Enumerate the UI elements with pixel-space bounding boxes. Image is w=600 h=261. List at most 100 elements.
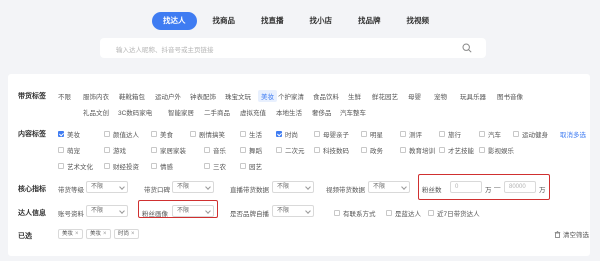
content-tag-checkbox[interactable]: 财经投资: [104, 161, 139, 171]
goods-tag[interactable]: 图书音像: [497, 91, 523, 101]
checkbox-icon[interactable]: [439, 131, 445, 137]
content-tag-checkbox[interactable]: 母婴亲子: [314, 129, 349, 139]
content-tag-checkbox[interactable]: 测评: [400, 129, 422, 139]
checkbox-icon[interactable]: [58, 163, 64, 169]
checkbox-icon[interactable]: [314, 147, 320, 153]
goods-tag[interactable]: 母婴: [408, 91, 421, 101]
checkbox-icon[interactable]: [151, 131, 157, 137]
content-tag-checkbox[interactable]: 时尚: [276, 129, 298, 139]
search-input[interactable]: 输入达人昵称、抖音号或主页链接: [116, 44, 214, 54]
content-tag-checkbox[interactable]: 运动健身: [513, 129, 548, 139]
content-tag-checkbox[interactable]: 舞蹈: [240, 145, 262, 155]
goods-tag[interactable]: 虚拟充值: [240, 107, 266, 117]
content-tag-checkbox[interactable]: 科技数码: [314, 145, 349, 155]
checkbox-icon[interactable]: [151, 147, 157, 153]
checkbox-icon[interactable]: [479, 131, 485, 137]
goods-tag[interactable]: 宠物: [434, 91, 447, 101]
tab-find-live[interactable]: 找直播: [251, 12, 294, 30]
content-tag-checkbox[interactable]: 美食: [151, 129, 173, 139]
content-tag-checkbox[interactable]: 旅行: [439, 129, 461, 139]
checkbox-icon[interactable]: [513, 131, 519, 137]
content-tag-checkbox[interactable]: 教育培训: [400, 145, 435, 155]
account-info-select[interactable]: 不限: [86, 205, 128, 217]
goods-tag[interactable]: 智能家居: [168, 107, 194, 117]
goods-tag[interactable]: 二手商品: [204, 107, 230, 117]
checkbox-icon[interactable]: [204, 147, 210, 153]
content-tag-checkbox[interactable]: 三农: [204, 161, 226, 171]
close-icon[interactable]: ×: [75, 230, 79, 238]
content-tag-checkbox[interactable]: 才艺技能: [439, 145, 474, 155]
checkbox-icon[interactable]: [104, 131, 110, 137]
fans-min-input[interactable]: 0: [450, 181, 482, 193]
checkbox-icon[interactable]: [479, 147, 485, 153]
search-bar[interactable]: 输入达人昵称、抖音号或主页链接: [100, 38, 486, 58]
blue-v-checkbox[interactable]: 是蓝达人: [386, 208, 421, 218]
content-tag-checkbox[interactable]: 萌宠: [58, 145, 80, 155]
checkbox-icon[interactable]: [276, 147, 282, 153]
checkbox-icon[interactable]: [400, 147, 406, 153]
has-contact-checkbox[interactable]: 有联系方式: [334, 208, 376, 218]
tab-find-talent[interactable]: 找达人: [152, 12, 197, 30]
checkbox-icon[interactable]: [361, 131, 367, 137]
fans-max-input[interactable]: 80000: [504, 181, 536, 193]
goods-tag[interactable]: 个护家清: [278, 91, 304, 101]
checkbox-icon[interactable]: [276, 131, 282, 137]
checkbox-icon[interactable]: [386, 210, 392, 216]
goods-tag[interactable]: 汽车整车: [340, 107, 366, 117]
checkbox-icon[interactable]: [151, 163, 157, 169]
goods-tag[interactable]: 礼品文创: [83, 107, 109, 117]
content-tag-checkbox[interactable]: 二次元: [276, 145, 305, 155]
content-tag-checkbox[interactable]: 园艺: [240, 161, 262, 171]
content-tag-checkbox[interactable]: 明星: [361, 129, 383, 139]
goods-tag[interactable]: 本地生活: [276, 107, 302, 117]
goods-tag[interactable]: 钟表配饰: [190, 91, 216, 101]
checkbox-icon[interactable]: [58, 131, 64, 137]
goods-tag[interactable]: 玩具乐器: [460, 91, 486, 101]
goods-level-select[interactable]: 不限: [86, 181, 128, 193]
checkbox-icon[interactable]: [240, 131, 246, 137]
search-icon[interactable]: [462, 43, 472, 53]
cancel-multiselect-link[interactable]: 取消多选: [560, 129, 586, 139]
checkbox-icon[interactable]: [104, 163, 110, 169]
checkbox-icon[interactable]: [240, 163, 246, 169]
content-tag-checkbox[interactable]: 音乐: [204, 145, 226, 155]
content-tag-checkbox[interactable]: 游戏: [104, 145, 126, 155]
video-data-select[interactable]: 不限: [368, 181, 410, 193]
clear-filters-button[interactable]: 清空筛选: [554, 229, 589, 239]
goods-tag[interactable]: 珠宝文玩: [225, 91, 251, 101]
goods-tag[interactable]: 奢侈品: [312, 107, 332, 117]
content-tag-checkbox[interactable]: 情感: [151, 161, 173, 171]
checkbox-icon[interactable]: [240, 147, 246, 153]
tab-find-product[interactable]: 找商品: [203, 12, 246, 30]
goods-reputation-select[interactable]: 不限: [172, 181, 214, 193]
live-data-select[interactable]: 不限: [272, 181, 314, 193]
close-icon[interactable]: ×: [103, 230, 107, 238]
content-tag-checkbox[interactable]: 汽车: [479, 129, 501, 139]
content-tag-checkbox[interactable]: 美妆: [58, 129, 80, 139]
tab-find-video[interactable]: 找视频: [397, 12, 440, 30]
checkbox-icon[interactable]: [190, 131, 196, 137]
goods-tag[interactable]: 服饰内衣: [83, 91, 109, 101]
goods-tag-active[interactable]: 美妆: [258, 90, 277, 102]
checkbox-icon[interactable]: [104, 147, 110, 153]
close-icon[interactable]: ×: [131, 230, 135, 238]
checkbox-icon[interactable]: [361, 147, 367, 153]
content-tag-checkbox[interactable]: 家居家装: [151, 145, 186, 155]
goods-tag[interactable]: 不限: [58, 91, 71, 101]
goods-tag[interactable]: 鲜花园艺: [372, 91, 398, 101]
goods-tag[interactable]: 食品饮料: [313, 91, 339, 101]
fan-profile-select[interactable]: 不限: [172, 205, 214, 217]
selected-tag[interactable]: 美妆 ×: [86, 229, 111, 239]
content-tag-checkbox[interactable]: 政务: [361, 145, 383, 155]
content-tag-checkbox[interactable]: 艺术文化: [58, 161, 93, 171]
goods-tag[interactable]: 运动户外: [155, 91, 181, 101]
checkbox-icon[interactable]: [400, 131, 406, 137]
content-tag-checkbox[interactable]: 生活: [240, 129, 262, 139]
selected-tag[interactable]: 时尚 ×: [114, 229, 139, 239]
tab-find-brand[interactable]: 找品牌: [348, 12, 391, 30]
checkbox-icon[interactable]: [58, 147, 64, 153]
recent-7d-checkbox[interactable]: 近7日带货达人: [428, 208, 480, 218]
checkbox-icon[interactable]: [204, 163, 210, 169]
content-tag-checkbox[interactable]: 影视娱乐: [479, 145, 514, 155]
goods-tag[interactable]: 鞋靴箱包: [119, 91, 145, 101]
